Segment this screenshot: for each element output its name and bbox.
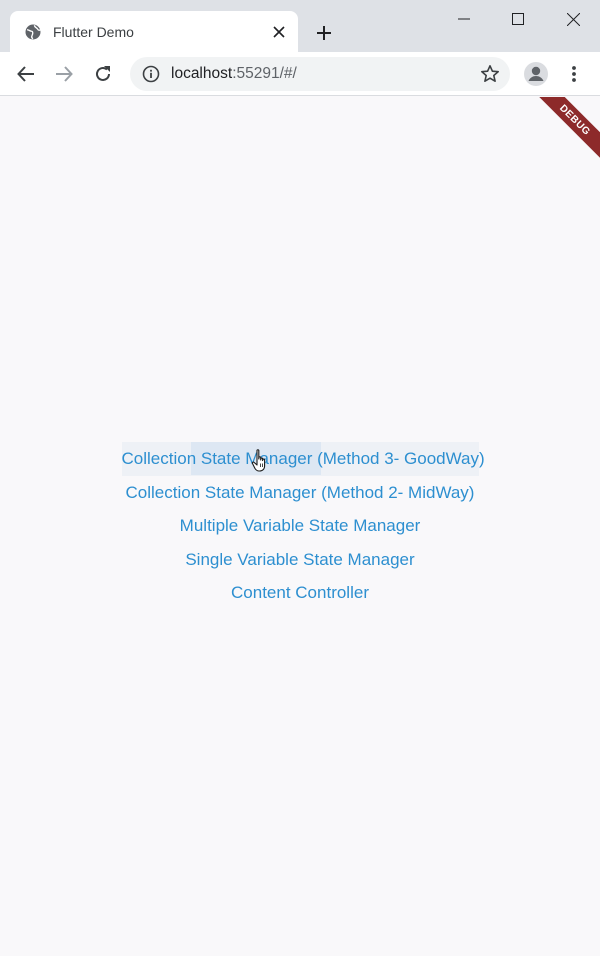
minimize-icon [458, 18, 470, 20]
tab-title: Flutter Demo [53, 24, 134, 40]
maximize-icon [512, 13, 524, 25]
hand-pointer-icon [251, 449, 266, 472]
reload-button[interactable] [87, 58, 119, 90]
navigation-menu: Collection State Manager (Method 3- Good… [0, 442, 600, 610]
collection-state-manager-method-3-link[interactable]: Collection State Manager (Method 3- Good… [121, 442, 485, 476]
star-icon[interactable] [480, 64, 500, 84]
plus-icon [317, 26, 331, 40]
browser-toolbar: localhost:55291/#/ [0, 52, 600, 96]
debug-banner: DEBUG [515, 97, 600, 180]
arrow-left-icon [17, 66, 34, 82]
url-host: localhost [171, 65, 233, 82]
browser-menu-button[interactable] [560, 59, 588, 89]
tab-close-button[interactable] [268, 21, 290, 43]
window-close-button[interactable] [545, 0, 600, 38]
forward-button[interactable] [48, 58, 80, 90]
account-icon [524, 62, 548, 86]
multiple-variable-state-manager-link[interactable]: Multiple Variable State Manager [0, 509, 600, 543]
browser-tab[interactable]: Flutter Demo [10, 11, 298, 52]
browser-window: Flutter Demo localhost:55291/#/ DEBUG Co… [0, 0, 600, 956]
maximize-button[interactable] [490, 0, 546, 38]
menu-item-label: Collection State Manager (Method 3- Good… [121, 449, 485, 468]
close-icon [566, 12, 580, 26]
close-icon [273, 26, 285, 38]
minimize-button[interactable] [436, 0, 492, 38]
single-variable-state-manager-link[interactable]: Single Variable State Manager [0, 543, 600, 577]
url-port-path: :55291/#/ [232, 65, 297, 82]
back-button[interactable] [10, 58, 42, 90]
more-vert-icon [572, 66, 576, 82]
arrow-right-icon [56, 66, 73, 82]
globe-icon [25, 24, 41, 40]
content-controller-link[interactable]: Content Controller [0, 576, 600, 610]
new-tab-button[interactable] [310, 19, 338, 47]
profile-button[interactable] [521, 59, 551, 89]
collection-state-manager-method-2-link[interactable]: Collection State Manager (Method 2- MidW… [0, 476, 600, 510]
url-text[interactable]: localhost:55291/#/ [171, 65, 297, 83]
flutter-app-viewport: DEBUG Collection State Manager (Method 3… [0, 97, 600, 956]
debug-banner-label: DEBUG [557, 102, 593, 138]
title-bar: Flutter Demo [0, 0, 600, 52]
address-bar[interactable]: localhost:55291/#/ [130, 57, 510, 91]
reload-icon [96, 66, 110, 81]
info-icon[interactable] [142, 65, 160, 83]
